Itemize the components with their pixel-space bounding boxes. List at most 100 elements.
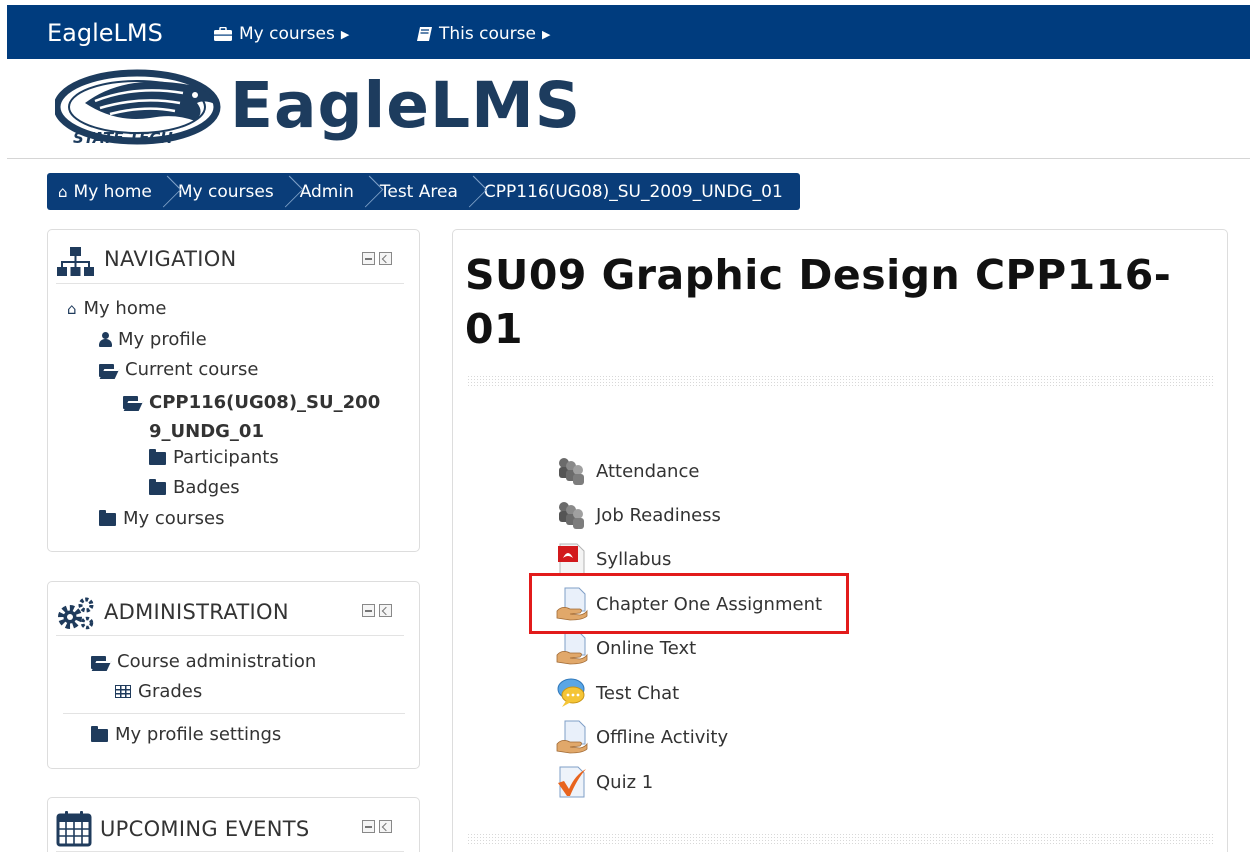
- administration-block: ADMINISTRATION Course administration Gra…: [47, 581, 420, 769]
- administration-block-header: ADMINISTRATION: [56, 590, 404, 636]
- nav-participants[interactable]: Participants: [149, 447, 279, 468]
- activity-attendance[interactable]: Attendance: [556, 454, 699, 488]
- breadcrumb-separator: [360, 173, 374, 210]
- breadcrumb-label: My home: [73, 181, 152, 202]
- navigation-title: NAVIGATION: [104, 247, 237, 271]
- activity-label: Offline Activity: [596, 726, 729, 748]
- top-navbar: EagleLMS My courses ▶ This course ▶: [7, 5, 1250, 59]
- nav-current-course[interactable]: Current course: [99, 359, 259, 380]
- header-divider: [7, 158, 1250, 159]
- admin-divider: [63, 713, 405, 714]
- nav-course-code[interactable]: CPP116(UG08)_SU_2009_UNDG_01: [123, 388, 393, 446]
- breadcrumb-course[interactable]: CPP116(UG08)_SU_2009_UNDG_01: [484, 182, 783, 202]
- nav-label: My profile: [118, 329, 207, 350]
- folder-icon: [99, 510, 116, 526]
- collapse-block-button[interactable]: [362, 820, 375, 833]
- section-divider: [467, 833, 1215, 845]
- breadcrumb-separator: [280, 173, 294, 210]
- course-content: SU09 Graphic Design CPP116-01 Attendance…: [452, 229, 1228, 852]
- activity-label: Attendance: [596, 460, 700, 482]
- nav-badges[interactable]: Badges: [149, 477, 240, 498]
- pdf-icon: [558, 543, 585, 575]
- calendar-icon: [56, 811, 92, 847]
- home-icon: ⌂: [58, 182, 68, 201]
- folder-icon: [149, 479, 166, 495]
- collapse-block-button[interactable]: [362, 252, 375, 265]
- user-icon: [99, 332, 112, 347]
- caret-right-icon: ▶: [340, 27, 350, 41]
- breadcrumb-label: Test Area: [379, 181, 458, 202]
- upcoming-events-title: UPCOMING EVENTS: [100, 817, 310, 841]
- breadcrumb-label: CPP116(UG08)_SU_2009_UNDG_01: [483, 181, 783, 202]
- dock-block-button[interactable]: [379, 820, 392, 833]
- home-icon: ⌂: [67, 299, 77, 318]
- navigation-block: NAVIGATION ⌂ My home My profile Current …: [47, 229, 420, 552]
- gears-icon: [58, 597, 94, 630]
- caret-right-icon: ▶: [541, 27, 551, 41]
- breadcrumb-my-courses[interactable]: My courses: [178, 182, 274, 202]
- breadcrumb-test-area[interactable]: Test Area: [380, 182, 458, 202]
- activity-offline-activity[interactable]: Offline Activity: [556, 720, 728, 754]
- nav-label: My profile settings: [115, 724, 282, 745]
- upcoming-events-block: UPCOMING EVENTS: [47, 797, 420, 852]
- logo-tagline: STATE TECH: [73, 129, 173, 147]
- assignment-icon: [556, 720, 588, 754]
- breadcrumb: ⌂ My home My courses Admin Test Area CPP…: [47, 173, 800, 210]
- eagle-logo-icon: STATE TECH: [55, 69, 221, 147]
- activity-online-text[interactable]: Online Text: [556, 631, 696, 665]
- menu-my-courses-label: My courses: [239, 24, 335, 44]
- breadcrumb-separator: [464, 173, 478, 210]
- navigation-block-header: NAVIGATION: [56, 238, 404, 284]
- attendance-icon: [559, 502, 584, 529]
- nav-my-courses[interactable]: My courses: [99, 508, 224, 529]
- admin-course-administration[interactable]: Course administration: [91, 651, 316, 672]
- section-divider: [467, 375, 1215, 387]
- upcoming-events-block-header: UPCOMING EVENTS: [56, 806, 404, 852]
- nav-label: My home: [83, 298, 167, 319]
- book-icon: [417, 27, 432, 41]
- page-title: SU09 Graphic Design CPP116-01: [465, 251, 1172, 353]
- logo-wordmark: EagleLMS: [230, 69, 582, 142]
- briefcase-icon: [214, 26, 232, 41]
- chat-icon: [557, 678, 585, 707]
- nav-label: Grades: [138, 681, 203, 702]
- breadcrumb-separator: [158, 173, 172, 210]
- breadcrumb-admin[interactable]: Admin: [300, 182, 354, 202]
- breadcrumb-label: Admin: [299, 181, 354, 202]
- activity-label: Quiz 1: [596, 771, 654, 793]
- site-logo[interactable]: STATE TECH EagleLMS: [55, 63, 580, 153]
- collapse-block-button[interactable]: [362, 604, 375, 617]
- activity-test-chat[interactable]: Test Chat: [556, 676, 679, 710]
- quiz-icon: [558, 766, 586, 798]
- folder-open-icon: [123, 396, 142, 410]
- menu-this-course-label: This course: [439, 24, 536, 44]
- highlight-box: [529, 573, 849, 634]
- nav-label: Participants: [173, 447, 279, 468]
- nav-label: CPP116(UG08)_SU_2009_UNDG_01: [149, 392, 381, 442]
- activity-quiz-1[interactable]: Quiz 1: [556, 765, 653, 799]
- nav-label: Course administration: [117, 651, 317, 672]
- admin-my-profile-settings[interactable]: My profile settings: [91, 724, 281, 745]
- menu-my-courses[interactable]: My courses ▶: [213, 24, 349, 44]
- nav-my-profile[interactable]: My profile: [99, 329, 207, 350]
- activity-label: Test Chat: [596, 682, 680, 704]
- dock-block-button[interactable]: [379, 252, 392, 265]
- nav-my-home[interactable]: ⌂ My home: [67, 298, 166, 319]
- dock-block-button[interactable]: [379, 604, 392, 617]
- nav-label: Badges: [173, 477, 240, 498]
- breadcrumb-my-home[interactable]: ⌂ My home: [58, 182, 152, 202]
- attendance-icon: [559, 458, 584, 485]
- assignment-icon: [556, 631, 588, 665]
- menu-this-course[interactable]: This course ▶: [416, 24, 550, 44]
- folder-open-icon: [91, 655, 110, 670]
- activity-label: Job Readiness: [596, 504, 721, 526]
- brand-link[interactable]: EagleLMS: [47, 19, 163, 47]
- nav-label: My courses: [123, 508, 225, 529]
- admin-grades[interactable]: Grades: [115, 681, 202, 702]
- activity-syllabus[interactable]: Syllabus: [556, 542, 671, 576]
- folder-open-icon: [99, 363, 118, 378]
- breadcrumb-label: My courses: [177, 181, 274, 202]
- table-icon: [115, 685, 131, 698]
- activity-job-readiness[interactable]: Job Readiness: [556, 498, 721, 532]
- nav-label: Current course: [125, 359, 259, 380]
